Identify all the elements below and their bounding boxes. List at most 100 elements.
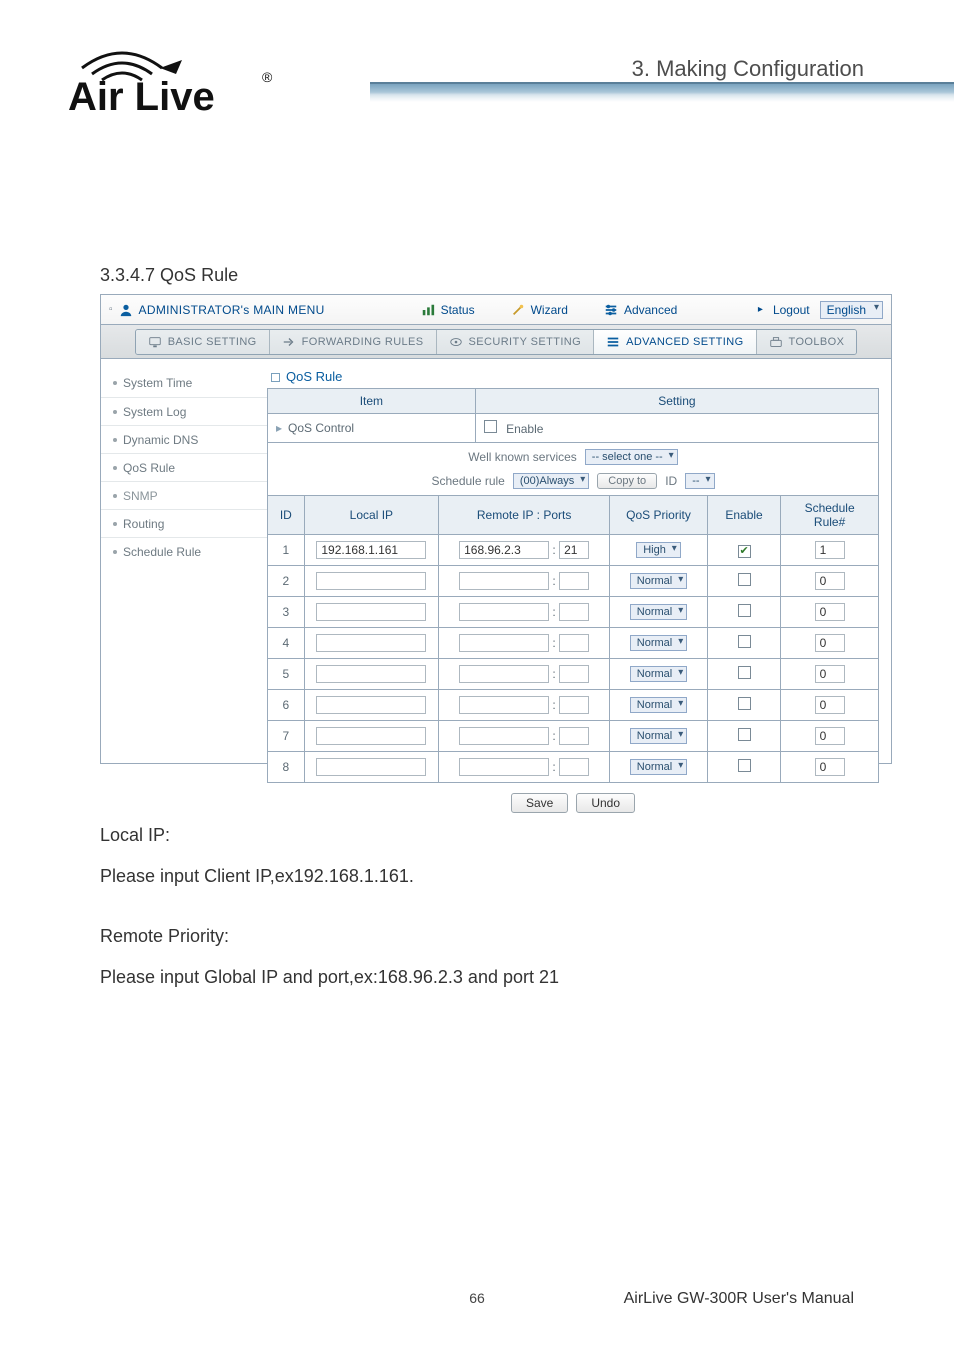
cell-enable [707, 566, 780, 597]
th-local: Local IP [304, 496, 438, 535]
page-header: Air Live ® 3. Making Configuration [0, 0, 954, 170]
remote-ip-input[interactable] [459, 665, 549, 683]
schedule-rule-input[interactable] [815, 541, 845, 559]
remote-ip-input[interactable] [459, 696, 549, 714]
tab-toolbox[interactable]: TOOLBOX [757, 330, 857, 354]
local-ip-input[interactable] [316, 665, 426, 683]
local-ip-input[interactable] [316, 758, 426, 776]
row-enable-checkbox[interactable] [738, 666, 751, 679]
action-buttons: Save Undo [267, 783, 879, 813]
remote-port-input[interactable] [559, 541, 589, 559]
square-icon [271, 373, 280, 382]
copy-to-button[interactable]: Copy to [597, 473, 657, 489]
schedule-rule-input[interactable] [815, 696, 845, 714]
priority-select[interactable]: Normal [630, 697, 687, 713]
table-row: 7 : Normal [268, 721, 879, 752]
priority-select[interactable]: Normal [630, 604, 687, 620]
menu-advanced[interactable]: Advanced [604, 303, 677, 317]
copy-id-select[interactable]: -- [685, 473, 714, 489]
cell-priority: Normal [610, 721, 708, 752]
menu-status[interactable]: Status [421, 303, 475, 317]
priority-select[interactable]: Normal [630, 635, 687, 651]
row-enable-checkbox[interactable] [738, 545, 751, 558]
schedule-rule-input[interactable] [815, 634, 845, 652]
tab-advanced-label: ADVANCED SETTING [626, 336, 743, 348]
table-row: 1 : High [268, 535, 879, 566]
local-ip-input[interactable] [316, 696, 426, 714]
enable-checkbox[interactable] [484, 420, 497, 433]
copy-id-label: ID [665, 474, 677, 488]
remote-port-input[interactable] [559, 634, 589, 652]
schedule-rule-input[interactable] [815, 572, 845, 590]
cell-id: 5 [268, 659, 305, 690]
well-known-row: Well known services -- select one -- [268, 445, 878, 469]
qos-settings-table: Item Setting ▸QoS Control Enable [267, 388, 879, 496]
cell-enable [707, 535, 780, 566]
sidebar-item-schedule-rule[interactable]: Schedule Rule [101, 537, 267, 565]
priority-select[interactable]: High [636, 542, 681, 558]
remote-ip-input[interactable] [459, 541, 549, 559]
row-enable-checkbox[interactable] [738, 604, 751, 617]
priority-select[interactable]: Normal [630, 666, 687, 682]
row-enable-checkbox[interactable] [738, 635, 751, 648]
th-priority: QoS Priority [610, 496, 708, 535]
row-enable-checkbox[interactable] [738, 573, 751, 586]
schedule-select[interactable]: (00)Always [513, 473, 589, 489]
row-enable-checkbox[interactable] [738, 697, 751, 710]
schedule-rule-input[interactable] [815, 603, 845, 621]
sidebar-item-system-log[interactable]: System Log [101, 397, 267, 425]
save-button[interactable]: Save [511, 793, 568, 813]
cell-remote: : [439, 535, 610, 566]
tab-security-setting[interactable]: SECURITY SETTING [437, 330, 595, 354]
local-ip-input[interactable] [316, 603, 426, 621]
brand-logo: Air Live ® [62, 30, 292, 125]
cell-enable [707, 690, 780, 721]
remote-port-input[interactable] [559, 603, 589, 621]
remote-ip-input[interactable] [459, 572, 549, 590]
schedule-rule-input[interactable] [815, 758, 845, 776]
remote-ip-input[interactable] [459, 727, 549, 745]
local-ip-input[interactable] [316, 572, 426, 590]
logout-link[interactable]: Logout [773, 303, 810, 317]
qos-control-cell: ▸QoS Control [268, 414, 476, 443]
priority-select[interactable]: Normal [630, 573, 687, 589]
priority-select[interactable]: Normal [630, 759, 687, 775]
cell-enable [707, 597, 780, 628]
schedule-rule-input[interactable] [815, 727, 845, 745]
priority-select[interactable]: Normal [630, 728, 687, 744]
sidebar-item-dynamic-dns[interactable]: Dynamic DNS [101, 425, 267, 453]
remote-priority-heading: Remote Priority: [100, 921, 884, 952]
cell-rule [781, 597, 879, 628]
row-enable-checkbox[interactable] [738, 728, 751, 741]
tab-basic-label: BASIC SETTING [168, 336, 257, 348]
cell-enable [707, 752, 780, 783]
remote-port-input[interactable] [559, 572, 589, 590]
chapter-title: 3. Making Configuration [632, 56, 864, 82]
remote-priority-desc: Please input Global IP and port,ex:168.9… [100, 962, 884, 993]
remote-port-input[interactable] [559, 665, 589, 683]
local-ip-input[interactable] [316, 727, 426, 745]
undo-button[interactable]: Undo [576, 793, 635, 813]
remote-ip-input[interactable] [459, 603, 549, 621]
row-enable-checkbox[interactable] [738, 759, 751, 772]
sidebar-item-snmp[interactable]: SNMP [101, 481, 267, 509]
remote-port-input[interactable] [559, 727, 589, 745]
well-known-select[interactable]: -- select one -- [585, 449, 678, 465]
language-select[interactable]: English [820, 301, 883, 319]
menu-wizard[interactable]: Wizard [511, 303, 568, 317]
remote-port-input[interactable] [559, 696, 589, 714]
tab-advanced-setting[interactable]: ADVANCED SETTING [594, 330, 756, 354]
local-ip-input[interactable] [316, 634, 426, 652]
local-ip-input[interactable] [316, 541, 426, 559]
sidebar-item-system-time[interactable]: System Time [101, 369, 267, 397]
tab-forwarding-rules[interactable]: FORWARDING RULES [270, 330, 437, 354]
content-panel: QoS Rule Item Setting ▸QoS Control Enabl… [267, 359, 891, 763]
tab-basic-setting[interactable]: BASIC SETTING [136, 330, 270, 354]
screen-icon [148, 335, 162, 349]
remote-port-input[interactable] [559, 758, 589, 776]
sidebar-item-qos-rule[interactable]: QoS Rule [101, 453, 267, 481]
remote-ip-input[interactable] [459, 758, 549, 776]
sidebar-item-routing[interactable]: Routing [101, 509, 267, 537]
schedule-rule-input[interactable] [815, 665, 845, 683]
remote-ip-input[interactable] [459, 634, 549, 652]
